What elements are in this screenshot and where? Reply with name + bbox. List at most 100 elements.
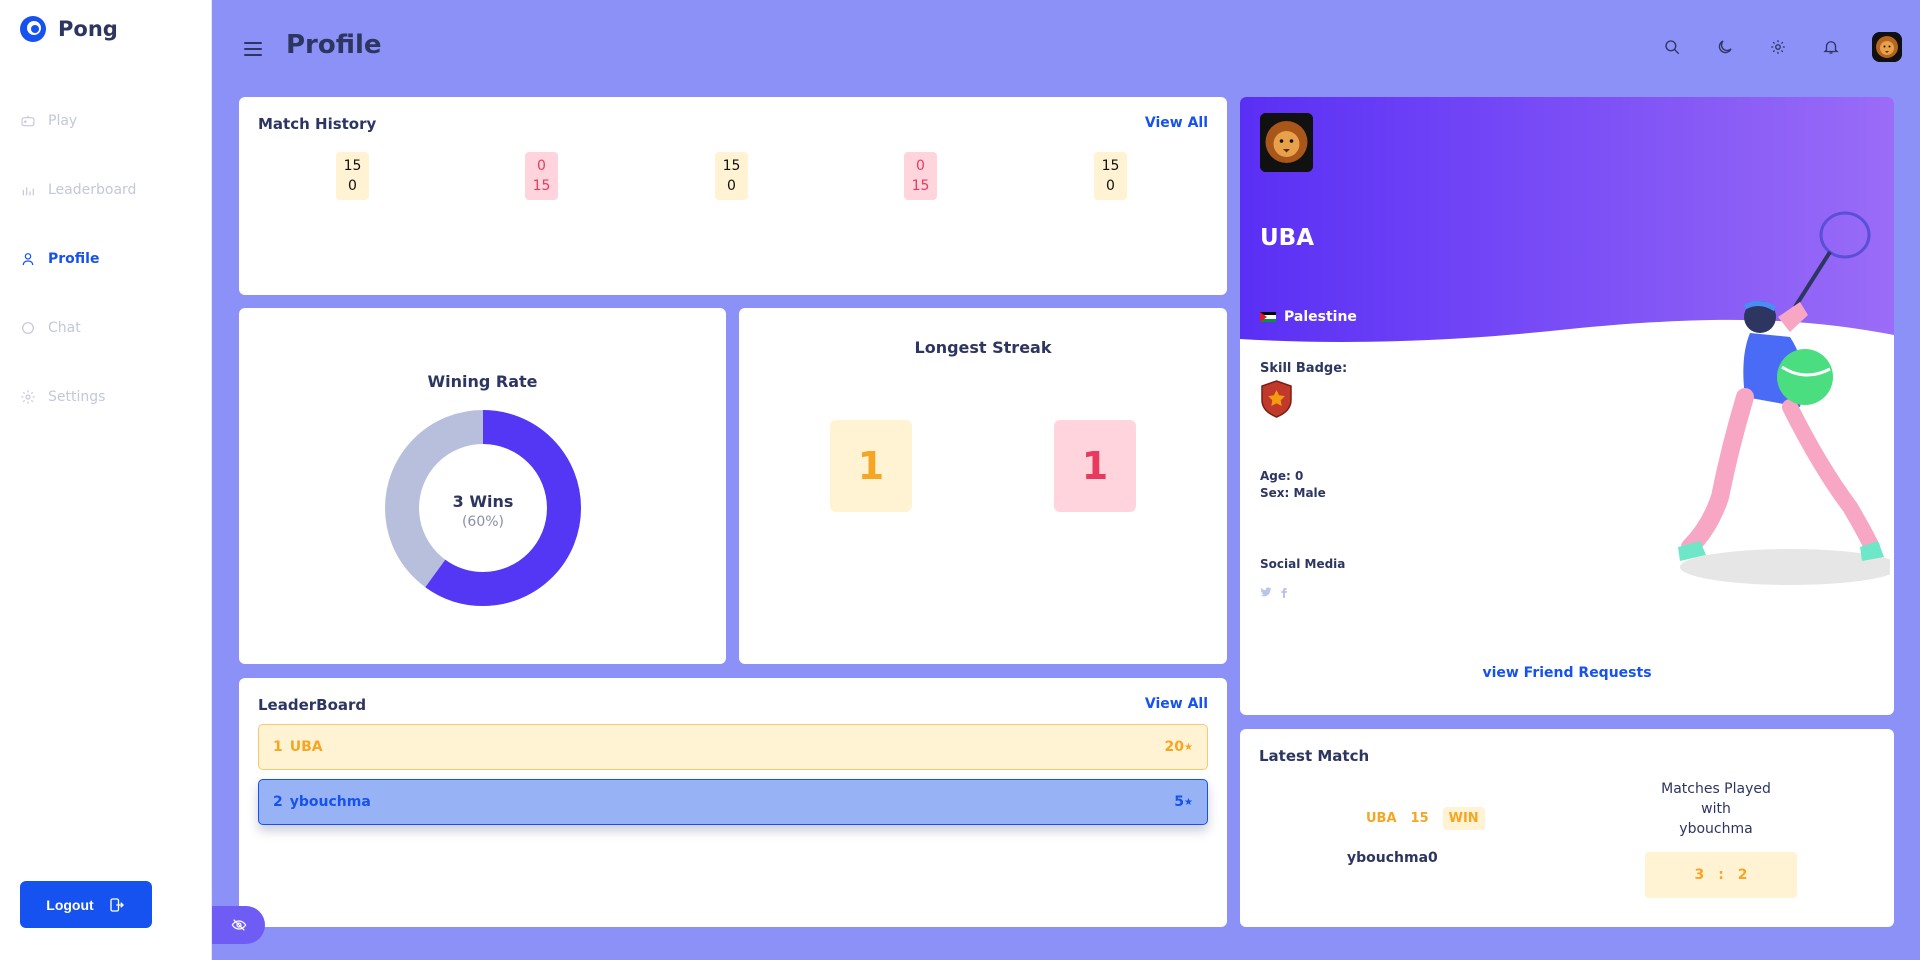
theme-toggle-button[interactable]	[1713, 35, 1737, 59]
matches-lost: 2	[1737, 867, 1748, 883]
leaderboard-row[interactable]: 2 ybouchma 5 ★	[258, 779, 1208, 825]
tennis-player-illustration	[1678, 211, 1890, 585]
profile-age: Age: 0	[1260, 469, 1304, 483]
match-history-view-all-link[interactable]: View All	[1145, 115, 1208, 131]
score-bottom: 0	[348, 178, 357, 194]
match-history-card: Match History View All 15 0 0 15 15 0 0 …	[239, 97, 1227, 295]
wining-rate-title: Wining Rate	[427, 372, 538, 391]
search-button[interactable]	[1660, 35, 1684, 59]
sidebar-item-label: Chat	[48, 319, 81, 336]
social-media-label: Social Media	[1260, 557, 1346, 571]
matches-played-line: ybouchma	[1679, 821, 1753, 837]
match-score-chip[interactable]: 15 0	[715, 152, 748, 200]
leaderboard-row[interactable]: 1 UBA 20 ★	[258, 724, 1208, 770]
sidebar-item-settings[interactable]: Settings	[0, 362, 212, 431]
star-icon: ★	[1184, 741, 1193, 753]
score-separator: :	[1718, 867, 1724, 883]
profile-avatar[interactable]	[1260, 113, 1313, 172]
menu-toggle-button[interactable]	[244, 38, 266, 60]
leaderboard-rank: 1	[273, 739, 283, 755]
matches-played-line: Matches Played	[1661, 781, 1771, 797]
skill-badge-label: Skill Badge:	[1260, 361, 1348, 376]
latest-match-player: UBA	[1366, 811, 1397, 826]
profile-country: Palestine	[1260, 309, 1357, 325]
wining-rate-card: Wining Rate 3 Wins (60%)	[239, 308, 726, 664]
sidebar-item-chat[interactable]: Chat	[0, 293, 212, 362]
skill-badge-icon	[1261, 380, 1292, 418]
sidebar-item-label: Play	[48, 112, 78, 129]
matches-played-line: with	[1701, 801, 1731, 817]
latest-match-status-badge: WIN	[1442, 807, 1485, 830]
match-score-chip[interactable]: 15 0	[1094, 152, 1127, 200]
loss-streak-box: 1	[1054, 420, 1136, 512]
bell-icon	[1823, 41, 1839, 54]
lion-avatar-icon	[1260, 113, 1313, 172]
user-avatar[interactable]	[1872, 32, 1902, 62]
menu-line	[244, 42, 262, 44]
score-bottom: 0	[727, 178, 736, 194]
match-score-chip[interactable]: 0 15	[525, 152, 558, 200]
latest-match-opponent: ybouchma0	[1347, 850, 1438, 866]
visibility-toggle-button[interactable]	[212, 906, 265, 944]
leaderboard-card: LeaderBoard View All 1 UBA 20 ★ 2 ybouch…	[239, 678, 1227, 927]
leaderboard-points: 5	[1174, 794, 1185, 810]
star-icon: ★	[1184, 796, 1193, 808]
bar-chart-icon	[22, 186, 34, 195]
score-bottom: 15	[911, 178, 930, 194]
score-top: 15	[1101, 158, 1120, 174]
settings-button[interactable]	[1766, 35, 1790, 59]
match-score-chip[interactable]: 0 15	[904, 152, 937, 200]
search-icon	[1665, 40, 1680, 55]
chat-icon	[22, 321, 34, 334]
profile-name: UBA	[1260, 225, 1315, 251]
latest-match-title: Latest Match	[1259, 747, 1370, 765]
wins-percent: (60%)	[461, 514, 505, 530]
brand[interactable]: Pong	[20, 16, 118, 42]
header-toolbar	[1660, 32, 1902, 62]
wining-rate-donut: 3 Wins (60%)	[384, 409, 582, 607]
longest-streak-card: Longest Streak 1 1	[739, 308, 1227, 664]
social-links	[1260, 586, 1290, 598]
match-score-chip[interactable]: 15 0	[336, 152, 369, 200]
leaderboard-rank: 2	[273, 794, 283, 810]
wins-label: 3 Wins	[452, 492, 514, 511]
profile-sex: Sex: Male	[1260, 486, 1326, 500]
score-bottom: 15	[532, 178, 551, 194]
leaderboard-name: ybouchma	[289, 794, 371, 810]
score-top: 0	[916, 158, 925, 174]
sidebar-item-leaderboard[interactable]: Leaderboard	[0, 155, 212, 224]
palestine-flag-icon	[1260, 311, 1276, 323]
matches-played-score: 3 : 2	[1645, 852, 1797, 898]
matches-won: 3	[1694, 867, 1705, 883]
gear-icon	[21, 389, 35, 404]
sidebar-item-label: Leaderboard	[48, 181, 137, 198]
menu-line	[244, 48, 262, 50]
score-top: 15	[343, 158, 362, 174]
win-streak-box: 1	[830, 420, 912, 512]
brand-name: Pong	[58, 17, 118, 41]
pong-logo-icon	[20, 16, 46, 42]
twitter-icon[interactable]	[1260, 586, 1272, 598]
view-friend-requests-link[interactable]: view Friend Requests	[1240, 665, 1894, 681]
matches-played-title: Matches Played with ybouchma	[1640, 779, 1792, 839]
user-icon	[22, 252, 34, 265]
latest-match-result: UBA 15 WIN	[1366, 807, 1485, 830]
longest-streak-title: Longest Streak	[914, 338, 1052, 357]
score-top: 0	[537, 158, 546, 174]
logout-button[interactable]: Logout	[20, 881, 152, 928]
sidebar-item-profile[interactable]: Profile	[0, 224, 212, 293]
leaderboard-points: 20	[1164, 739, 1185, 755]
gamepad-icon	[21, 115, 35, 126]
sidebar-item-play[interactable]: Play	[0, 86, 212, 155]
gear-icon	[1771, 40, 1785, 54]
moon-icon	[1718, 40, 1732, 54]
latest-match-score: 15	[1410, 811, 1429, 826]
score-top: 15	[722, 158, 741, 174]
sidebar-item-label: Settings	[48, 388, 106, 405]
score-bottom: 0	[1106, 178, 1115, 194]
facebook-icon[interactable]	[1278, 586, 1290, 598]
menu-line	[244, 54, 262, 56]
leaderboard-view-all-link[interactable]: View All	[1145, 696, 1208, 712]
country-name: Palestine	[1284, 309, 1357, 325]
notifications-button[interactable]	[1819, 35, 1843, 59]
